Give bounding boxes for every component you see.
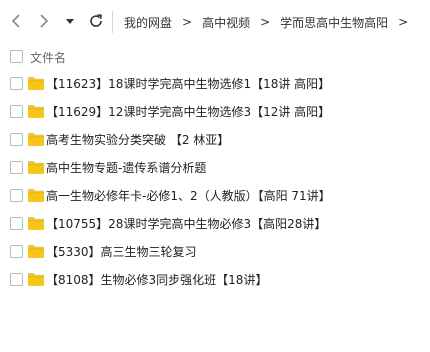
caret-down-icon bbox=[66, 19, 74, 24]
folder-icon bbox=[28, 105, 44, 118]
breadcrumb-item-my-drive[interactable]: 我的网盘 bbox=[124, 14, 172, 31]
folder-name[interactable]: 【8108】生物必修3同步强化班【18讲】 bbox=[46, 271, 267, 289]
file-list-header: 文件名 bbox=[0, 44, 430, 70]
breadcrumb-separator: > bbox=[260, 15, 271, 29]
forward-button[interactable] bbox=[34, 11, 54, 31]
list-item[interactable]: 高中生物专题-遗传系谱分析题 bbox=[0, 154, 430, 182]
history-dropdown-button[interactable] bbox=[60, 11, 80, 31]
folder-icon bbox=[28, 77, 44, 90]
folder-name[interactable]: 高考生物实验分类突破 【2 林亚】 bbox=[46, 131, 229, 149]
row-checkbox[interactable] bbox=[10, 273, 23, 286]
list-item[interactable]: 【11623】18课时学完高中生物选修1【18讲 高阳】 bbox=[0, 70, 430, 98]
select-all-checkbox[interactable] bbox=[10, 50, 23, 63]
list-item[interactable]: 【11629】12课时学完高中生物选修3【12讲 高阳】 bbox=[0, 98, 430, 126]
breadcrumb-separator: > bbox=[398, 15, 409, 29]
list-item[interactable]: 【5330】高三生物三轮复习 bbox=[0, 238, 430, 266]
row-checkbox[interactable] bbox=[10, 189, 23, 202]
row-checkbox[interactable] bbox=[10, 105, 23, 118]
chevron-right-icon bbox=[40, 14, 49, 28]
row-checkbox[interactable] bbox=[10, 245, 23, 258]
row-checkbox[interactable] bbox=[10, 161, 23, 174]
row-checkbox[interactable] bbox=[10, 133, 23, 146]
folder-name[interactable]: 【11623】18课时学完高中生物选修1【18讲 高阳】 bbox=[46, 75, 330, 93]
breadcrumb-item-current-folder[interactable]: 学而思高中生物高阳 bbox=[280, 14, 388, 31]
chevron-left-icon bbox=[11, 14, 20, 28]
list-item[interactable]: 高一生物必修年卡-必修1、2（人教版）【高阳 71讲】 bbox=[0, 182, 430, 210]
folder-icon bbox=[28, 161, 44, 174]
folder-icon bbox=[28, 273, 44, 286]
list-item[interactable]: 高考生物实验分类突破 【2 林亚】 bbox=[0, 126, 430, 154]
row-checkbox[interactable] bbox=[10, 77, 23, 90]
folder-name[interactable]: 【5330】高三生物三轮复习 bbox=[46, 243, 197, 261]
navigation-bar: 我的网盘 > 高中视频 > 学而思高中生物高阳 > bbox=[0, 0, 430, 44]
breadcrumb-separator: > bbox=[182, 15, 193, 29]
folder-name[interactable]: 【10755】28课时学完高中生物必修3【高阳28讲】 bbox=[46, 215, 326, 233]
file-list: 【11623】18课时学完高中生物选修1【18讲 高阳】 【11629】12课时学… bbox=[0, 70, 430, 294]
breadcrumb: 我的网盘 > 高中视频 > 学而思高中生物高阳 > bbox=[124, 13, 418, 31]
list-item[interactable]: 【8108】生物必修3同步强化班【18讲】 bbox=[0, 266, 430, 294]
folder-name[interactable]: 【11629】12课时学完高中生物选修3【12讲 高阳】 bbox=[46, 103, 330, 121]
folder-icon bbox=[28, 217, 44, 230]
folder-icon bbox=[28, 189, 44, 202]
refresh-icon bbox=[90, 14, 102, 27]
row-checkbox[interactable] bbox=[10, 217, 23, 230]
folder-icon bbox=[28, 133, 44, 146]
folder-icon bbox=[28, 245, 44, 258]
back-button[interactable] bbox=[6, 11, 26, 31]
column-header-filename[interactable]: 文件名 bbox=[30, 49, 66, 66]
breadcrumb-item-high-school-videos[interactable]: 高中视频 bbox=[202, 14, 250, 31]
folder-name[interactable]: 高中生物专题-遗传系谱分析题 bbox=[46, 159, 206, 177]
refresh-button[interactable] bbox=[86, 11, 106, 31]
toolbar-divider bbox=[112, 11, 113, 33]
folder-name[interactable]: 高一生物必修年卡-必修1、2（人教版）【高阳 71讲】 bbox=[46, 187, 331, 205]
list-item[interactable]: 【10755】28课时学完高中生物必修3【高阳28讲】 bbox=[0, 210, 430, 238]
